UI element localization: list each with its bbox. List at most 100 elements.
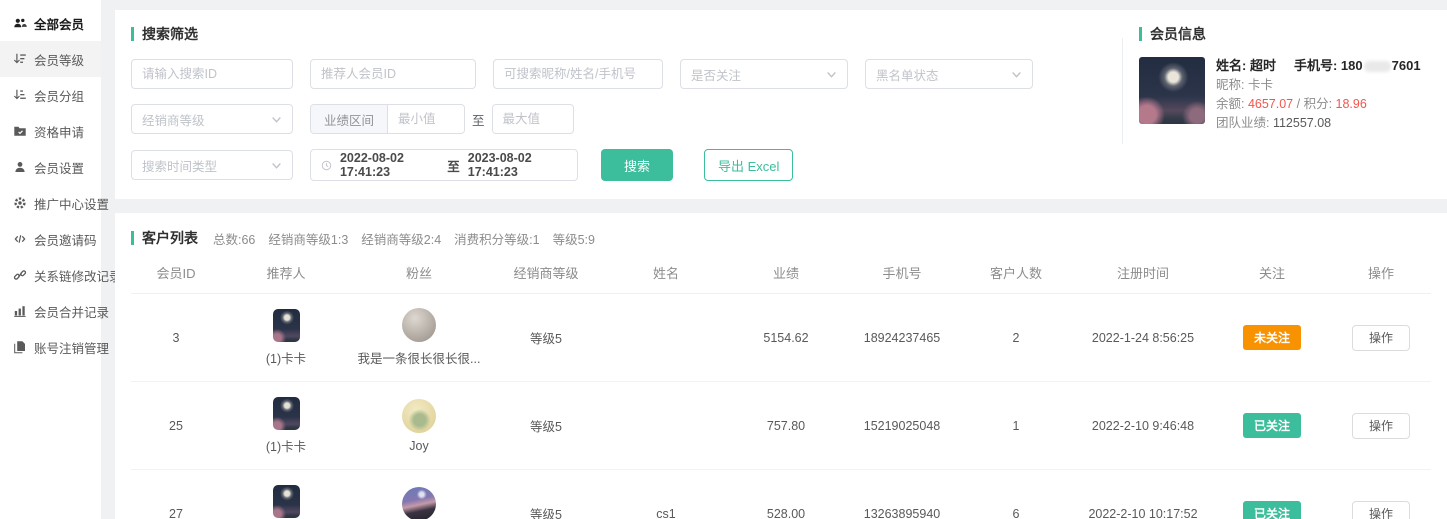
member-info-title-text: 会员信息: [1150, 24, 1206, 44]
top-card: 搜索筛选 是否关注 黑名单状态: [115, 10, 1447, 199]
col-register-time: 注册时间: [1117, 263, 1169, 282]
cell-register-time: 2022-1-24 8:56:25: [1092, 331, 1194, 345]
app-layout: 全部会员 会员等级 会员分组 资格申请 会员设置 推广中心设置 会员邀请码 关: [0, 0, 1447, 519]
sidebar-item-label: 账号注销管理: [34, 338, 109, 357]
member-balance-line: 余额: 4657.07 / 积分: 18.96: [1216, 96, 1421, 112]
table-row: 27 (1)卡卡 Lazy Cat 等级5 cs1 528.00 1326389…: [131, 470, 1431, 519]
date-range-start: 2022-08-02 17:41:23: [340, 151, 439, 179]
customer-list-title-text: 客户列表: [142, 228, 198, 248]
sidebar-item-invite-code[interactable]: 会员邀请码: [0, 221, 101, 257]
team-performance-value: 112557.08: [1273, 116, 1331, 130]
fan-name: 我是一条很长很长很...: [358, 348, 481, 367]
sidebar-item-all-members[interactable]: 全部会员: [0, 5, 101, 41]
stat-dealer-level2: 经销商等级2:4: [361, 229, 441, 248]
sidebar-item-member-level[interactable]: 会员等级: [0, 41, 101, 77]
list-stats: 总数:66 经销商等级1:3 经销商等级2:4 消费积分等级:1 等级5:9: [213, 229, 595, 248]
performance-max-input[interactable]: [493, 105, 569, 133]
row-action-button[interactable]: 操作: [1352, 413, 1410, 439]
sidebar-item-label: 会员等级: [34, 50, 84, 69]
blacklist-status-select[interactable]: 黑名单状态: [865, 59, 1033, 89]
dealer-level-select[interactable]: 经销商等级: [131, 104, 293, 134]
title-accent-bar: [1139, 27, 1142, 41]
sidebar-item-promotion-settings[interactable]: 推广中心设置: [0, 185, 101, 221]
nickname-value: 卡卡: [1248, 78, 1273, 92]
chevron-down-icon: [826, 69, 837, 80]
time-type-select[interactable]: 搜索时间类型: [131, 150, 293, 180]
team-performance-label: 团队业绩:: [1216, 116, 1273, 130]
cell-fan: Joy: [402, 399, 436, 453]
sidebar-item-label: 会员设置: [34, 158, 84, 177]
date-range-to: 至: [447, 156, 460, 175]
col-follow: 关注: [1259, 263, 1285, 282]
keyword-search-input[interactable]: [493, 59, 663, 89]
users-icon: [13, 16, 27, 30]
cell-register-time: 2022-2-10 10:17:52: [1088, 507, 1197, 519]
member-name-phone-line: 姓名: 超时手机号: 1807601: [1216, 58, 1421, 74]
follow-status-select[interactable]: 是否关注: [680, 59, 848, 89]
main-content: 搜索筛选 是否关注 黑名单状态: [101, 0, 1447, 519]
sidebar-item-label: 资格申请: [34, 122, 84, 141]
time-type-placeholder: 搜索时间类型: [142, 156, 217, 175]
member-avatar: [1139, 57, 1205, 124]
referrer-id-input[interactable]: [310, 59, 476, 89]
folder-check-icon: [13, 124, 27, 138]
export-excel-button[interactable]: 导出 Excel: [704, 149, 793, 181]
search-button[interactable]: 搜索: [601, 149, 673, 181]
referrer-avatar: [273, 397, 300, 430]
cell-performance: 528.00: [767, 507, 805, 519]
title-accent-bar: [131, 27, 134, 41]
balance-label: 余额:: [1216, 97, 1248, 111]
performance-max-box: [492, 104, 574, 134]
chevron-down-icon: [271, 114, 282, 125]
date-range-picker[interactable]: 2022-08-02 17:41:23 至 2023-08-02 17:41:2…: [310, 149, 578, 181]
title-accent-bar: [131, 231, 134, 245]
search-filter-section: 搜索筛选 是否关注 黑名单状态: [115, 10, 1122, 199]
cell-performance: 757.80: [767, 419, 805, 433]
cell-customer-count: 1: [1013, 419, 1020, 433]
cell-member-id: 27: [169, 507, 183, 519]
sidebar-item-member-settings[interactable]: 会员设置: [0, 149, 101, 185]
sidebar-item-account-cancel[interactable]: 账号注销管理: [0, 329, 101, 365]
gear-icon: [13, 196, 27, 210]
row-action-button[interactable]: 操作: [1352, 501, 1410, 519]
sidebar-item-member-group[interactable]: 会员分组: [0, 77, 101, 113]
cell-referrer: (1)卡卡: [266, 309, 306, 367]
cell-referrer: (1)卡卡: [266, 485, 306, 519]
cell-phone: 13263895940: [864, 507, 940, 519]
member-phone-prefix: 180: [1341, 58, 1363, 73]
phone-blur-mask: [1364, 61, 1391, 72]
sidebar-item-label: 推广中心设置: [34, 194, 109, 213]
cell-customer-count: 2: [1013, 331, 1020, 345]
follow-select-placeholder: 是否关注: [691, 65, 741, 84]
cell-dealer-level: 等级5: [530, 504, 562, 519]
referrer-name: (1)卡卡: [266, 348, 306, 367]
member-name-value: 超时: [1250, 58, 1276, 73]
referrer-name: (1)卡卡: [266, 436, 306, 455]
sidebar-item-qualification[interactable]: 资格申请: [0, 113, 101, 149]
cell-performance: 5154.62: [763, 331, 808, 345]
cell-member-id: 25: [169, 419, 183, 433]
balance-points-separator: /: [1293, 97, 1303, 111]
sidebar-item-label: 会员合并记录: [34, 302, 109, 321]
search-id-input[interactable]: [131, 59, 293, 89]
fan-avatar: [402, 399, 436, 433]
member-phone-suffix: 7601: [1392, 58, 1421, 73]
chevron-down-icon: [1011, 69, 1022, 80]
sidebar-item-label: 会员分组: [34, 86, 84, 105]
filter-row-1: 是否关注 黑名单状态: [131, 59, 1106, 89]
sidebar-item-relation-log[interactable]: 关系链修改记录: [0, 257, 101, 293]
col-performance: 业绩: [773, 263, 799, 282]
customer-list-title: 客户列表: [131, 228, 198, 248]
link-icon: [13, 268, 27, 282]
sidebar-item-merge-log[interactable]: 会员合并记录: [0, 293, 101, 329]
points-label: 积分:: [1304, 97, 1336, 111]
performance-min-input[interactable]: [388, 105, 464, 133]
follow-status-badge: 已关注: [1243, 501, 1301, 519]
sidebar: 全部会员 会员等级 会员分组 资格申请 会员设置 推广中心设置 会员邀请码 关: [0, 0, 101, 519]
cell-fan: Lazy Cat: [394, 487, 443, 519]
sidebar-item-label: 全部会员: [34, 14, 84, 33]
row-action-button[interactable]: 操作: [1352, 325, 1410, 351]
range-to-label: 至: [472, 110, 485, 129]
code-icon: [13, 232, 27, 246]
sidebar-item-label: 会员邀请码: [34, 230, 97, 249]
